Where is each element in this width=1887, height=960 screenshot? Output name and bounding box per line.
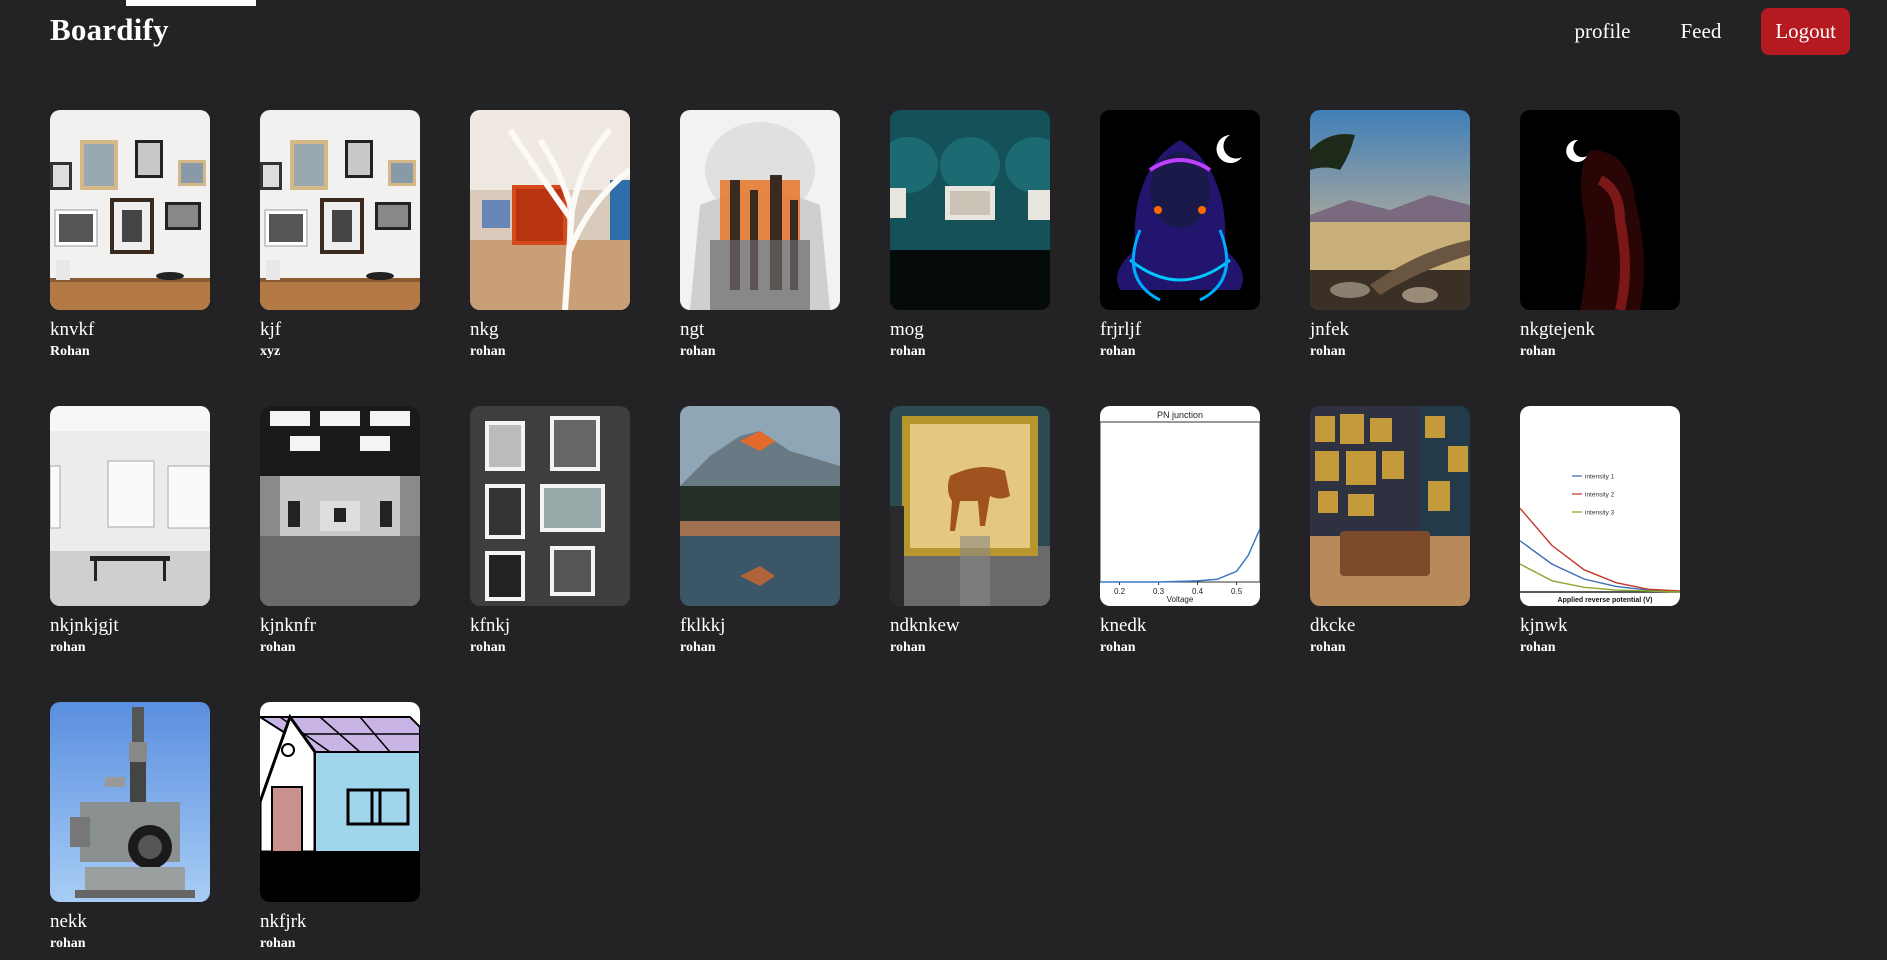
- pin-card[interactable]: kfnkj rohan: [470, 406, 630, 656]
- pin-title[interactable]: kfnkj: [470, 615, 630, 637]
- pin-author: rohan: [1310, 344, 1346, 359]
- pin-title[interactable]: frjrljf: [1100, 319, 1260, 341]
- x-tick-label: 0.5: [1231, 587, 1243, 596]
- pin-card[interactable]: frjrljf rohan: [1100, 110, 1260, 360]
- pin-image[interactable]: [50, 702, 210, 902]
- pin-author: rohan: [50, 936, 86, 951]
- pin-image[interactable]: [470, 406, 630, 606]
- pin-author: rohan: [1520, 344, 1556, 359]
- pin-title[interactable]: mog: [890, 319, 1050, 341]
- pin-image[interactable]: [890, 110, 1050, 310]
- pin-title[interactable]: jnfek: [1310, 319, 1470, 341]
- pin-card[interactable]: nkjnkjgjt rohan: [50, 406, 210, 656]
- pin-image[interactable]: intensity 1 intensity 2 intensity 3 Applied…: [1520, 406, 1680, 606]
- pin-title[interactable]: nkgtejenk: [1520, 319, 1680, 341]
- pin-image[interactable]: [260, 406, 420, 606]
- pin-author: rohan: [680, 640, 716, 655]
- pin-title[interactable]: ngt: [680, 319, 840, 341]
- pin-author: rohan: [890, 640, 926, 655]
- pin-title[interactable]: kjnknfr: [260, 615, 420, 637]
- legend-label: intensity 3: [1585, 510, 1615, 517]
- nav-profile-link[interactable]: profile: [1575, 19, 1631, 44]
- pin-author: rohan: [1100, 344, 1136, 359]
- pin-card[interactable]: nekk rohan: [50, 702, 210, 952]
- pin-title[interactable]: nekk: [50, 911, 210, 933]
- pin-title[interactable]: knedk: [1100, 615, 1260, 637]
- pin-card[interactable]: jnfek rohan: [1310, 110, 1470, 360]
- pin-author: rohan: [260, 936, 296, 951]
- pin-image[interactable]: [470, 110, 630, 310]
- pin-title[interactable]: kjnwk: [1520, 615, 1680, 637]
- pin-title[interactable]: nkjnkjgjt: [50, 615, 210, 637]
- pin-card[interactable]: fklkkj rohan: [680, 406, 840, 656]
- pin-title[interactable]: nkg: [470, 319, 630, 341]
- pin-card[interactable]: nkfjrk rohan: [260, 702, 420, 952]
- pin-author: rohan: [470, 344, 506, 359]
- logout-button[interactable]: Logout: [1761, 7, 1850, 55]
- pin-card[interactable]: PN junction 0.2 0.3 0.4 0.5 Voltage knedk rohan: [1100, 406, 1260, 656]
- nav-links: profile Feed Logout: [1575, 7, 1850, 55]
- pin-grid: knvkf Rohan kjf xyz nkg rohan ngt rohan: [50, 110, 1690, 952]
- x-axis-label: Voltage: [1167, 595, 1194, 604]
- pin-card[interactable]: ndknkew rohan: [890, 406, 1050, 656]
- pin-title[interactable]: ndknkew: [890, 615, 1050, 637]
- chart-title: PN junction: [1157, 410, 1203, 420]
- pin-image[interactable]: [1100, 110, 1260, 310]
- pin-author: Rohan: [50, 344, 90, 359]
- pin-image[interactable]: [1310, 110, 1470, 310]
- pin-author: xyz: [260, 344, 281, 359]
- x-tick-label: 0.2: [1114, 587, 1126, 596]
- pin-image[interactable]: [680, 110, 840, 310]
- pin-card[interactable]: nkgtejenk rohan: [1520, 110, 1680, 360]
- pin-title[interactable]: kjf: [260, 319, 420, 341]
- x-axis-label: Applied reverse potential (V): [1558, 597, 1653, 604]
- pin-title[interactable]: fklkkj: [680, 615, 840, 637]
- pin-image[interactable]: [260, 110, 420, 310]
- pin-author: rohan: [1100, 640, 1136, 655]
- legend-label: intensity 1: [1585, 474, 1615, 481]
- pin-author: rohan: [1310, 640, 1346, 655]
- navbar: Boardify profile Feed Logout: [50, 0, 1850, 62]
- pin-card[interactable]: mog rohan: [890, 110, 1050, 360]
- pin-image[interactable]: [890, 406, 1050, 606]
- pin-author: rohan: [680, 344, 716, 359]
- pin-card[interactable]: kjnknfr rohan: [260, 406, 420, 656]
- pin-author: rohan: [50, 640, 86, 655]
- pin-author: rohan: [1520, 640, 1556, 655]
- pin-image[interactable]: [1310, 406, 1470, 606]
- pin-card[interactable]: ngt rohan: [680, 110, 840, 360]
- pin-card[interactable]: intensity 1 intensity 2 intensity 3 Applied…: [1520, 406, 1680, 656]
- pin-title[interactable]: dkcke: [1310, 615, 1470, 637]
- pin-image[interactable]: [50, 110, 210, 310]
- x-tick-label: 0.3: [1153, 587, 1165, 596]
- pin-card[interactable]: knvkf Rohan: [50, 110, 210, 360]
- pin-image[interactable]: PN junction 0.2 0.3 0.4 0.5 Voltage: [1100, 406, 1260, 606]
- legend-label: intensity 2: [1585, 492, 1615, 499]
- pin-image[interactable]: [1520, 110, 1680, 310]
- pin-card[interactable]: nkg rohan: [470, 110, 630, 360]
- pin-author: rohan: [890, 344, 926, 359]
- pin-image[interactable]: [680, 406, 840, 606]
- pin-author: rohan: [470, 640, 506, 655]
- pin-card[interactable]: dkcke rohan: [1310, 406, 1470, 656]
- pin-image[interactable]: [260, 702, 420, 902]
- pin-title[interactable]: knvkf: [50, 319, 210, 341]
- pin-image[interactable]: [50, 406, 210, 606]
- brand-logo[interactable]: Boardify: [50, 12, 169, 48]
- x-tick-label: 0.4: [1192, 587, 1204, 596]
- pin-card[interactable]: kjf xyz: [260, 110, 420, 360]
- nav-feed-link[interactable]: Feed: [1681, 19, 1722, 44]
- pin-title[interactable]: nkfjrk: [260, 911, 420, 933]
- pin-author: rohan: [260, 640, 296, 655]
